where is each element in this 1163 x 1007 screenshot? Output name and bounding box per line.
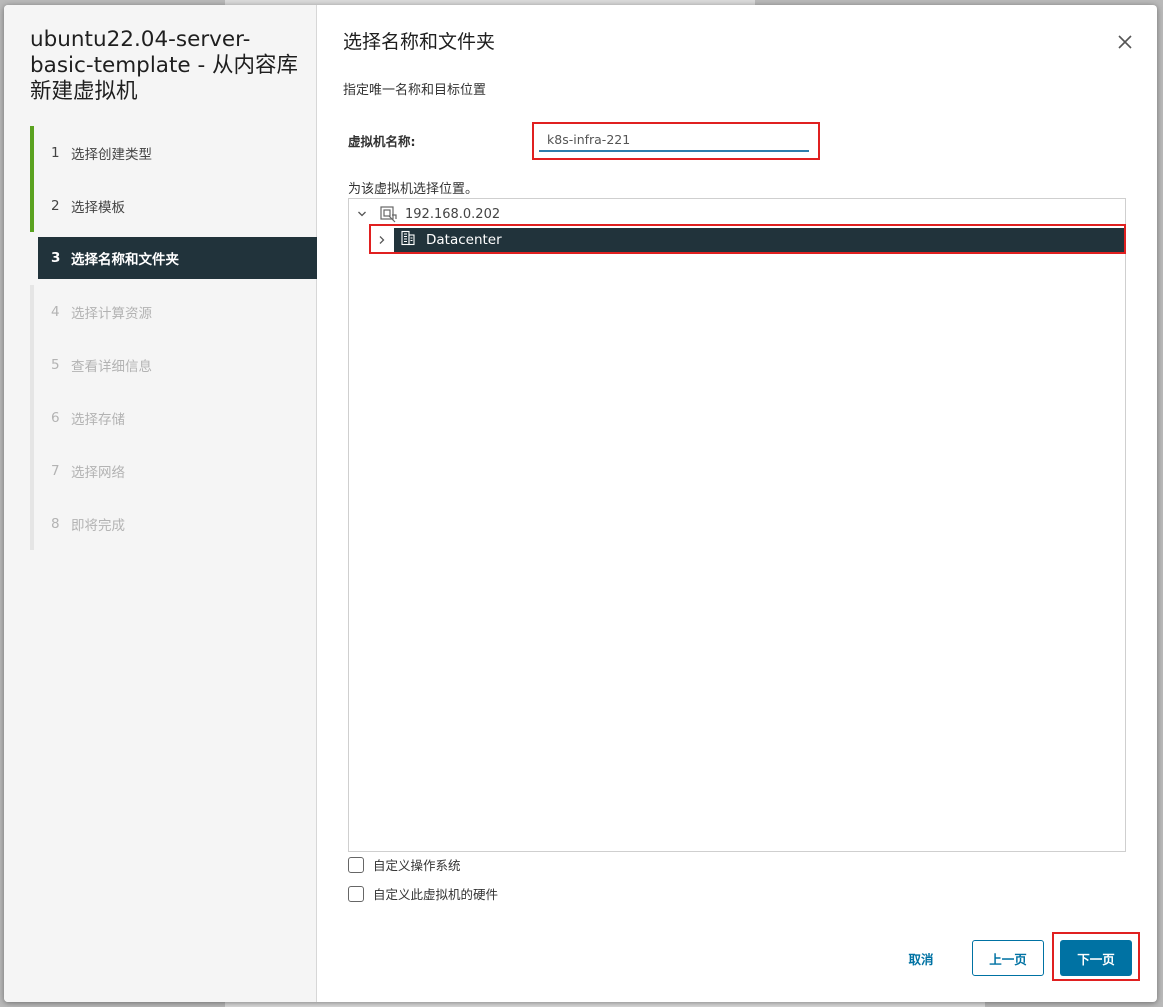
step-label: 选择计算资源 [71, 305, 152, 322]
customize-os-label: 自定义操作系统 [373, 858, 461, 873]
step-2[interactable]: 2 选择模板 [30, 179, 317, 232]
vcenter-icon [379, 205, 397, 223]
wizard-content: 选择名称和文件夹 指定唯一名称和目标位置 虚拟机名称: 为该虚拟机选择位置。 [318, 5, 1157, 1002]
step-label: 即将完成 [71, 517, 125, 534]
chevron-down-icon[interactable] [355, 207, 369, 221]
step-label: 选择模板 [71, 199, 125, 216]
datacenter-icon [400, 230, 416, 250]
wizard-sidebar: ubuntu22.04-server-basic-template - 从内容库… [4, 5, 317, 1002]
location-tree[interactable]: 192.168.0.202 [348, 198, 1126, 852]
wizard-title: ubuntu22.04-server-basic-template - 从内容库… [30, 27, 299, 104]
customize-os-option[interactable]: 自定义操作系统 [348, 855, 461, 874]
tree-node-label: 192.168.0.202 [405, 206, 501, 222]
step-number: 6 [51, 409, 60, 426]
vm-name-label: 虚拟机名称: [348, 134, 416, 149]
step-label: 查看详细信息 [71, 358, 152, 375]
step-4: 4 选择计算资源 [30, 285, 317, 338]
customize-hw-checkbox[interactable] [348, 885, 364, 902]
cancel-button[interactable]: 取消 [892, 940, 950, 976]
location-label: 为该虚拟机选择位置。 [348, 182, 479, 197]
back-button[interactable]: 上一页 [972, 940, 1044, 976]
tree-node-datacenter[interactable]: Datacenter [394, 228, 1124, 252]
step-1[interactable]: 1 选择创建类型 [30, 126, 317, 179]
tree-node-vcenter[interactable]: 192.168.0.202 [355, 202, 500, 226]
step-number: 7 [51, 462, 60, 479]
wizard-steps: 1 选择创建类型 2 选择模板 3 选择名称和文件夹 4 选择计算资源 5 查看… [30, 126, 317, 550]
step-7: 7 选择网络 [30, 444, 317, 497]
step-label: 选择名称和文件夹 [71, 252, 179, 268]
step-label: 选择网络 [71, 464, 125, 481]
step-8: 8 即将完成 [30, 497, 317, 550]
step-number: 4 [51, 303, 60, 320]
chevron-right-icon[interactable] [375, 233, 389, 247]
step-number: 5 [51, 356, 60, 373]
customize-os-checkbox[interactable] [348, 856, 364, 873]
customize-hw-option[interactable]: 自定义此虚拟机的硬件 [348, 884, 498, 903]
step-number: 2 [51, 197, 60, 214]
step-number: 1 [51, 144, 60, 161]
step-label: 选择存储 [71, 411, 125, 428]
page-title: 选择名称和文件夹 [343, 31, 496, 53]
tree-node-label: Datacenter [426, 232, 502, 248]
page-subtitle: 指定唯一名称和目标位置 [343, 83, 487, 98]
step-6: 6 选择存储 [30, 391, 317, 444]
vm-name-input[interactable] [539, 128, 809, 152]
step-number: 8 [51, 515, 60, 532]
step-label: 选择创建类型 [71, 146, 152, 163]
close-icon[interactable] [1115, 32, 1135, 52]
next-button[interactable]: 下一页 [1060, 940, 1132, 976]
customize-hw-label: 自定义此虚拟机的硬件 [373, 887, 499, 902]
step-number: 3 [51, 250, 61, 266]
step-3[interactable]: 3 选择名称和文件夹 [38, 237, 317, 279]
step-5: 5 查看详细信息 [30, 338, 317, 391]
new-vm-wizard-dialog: ubuntu22.04-server-basic-template - 从内容库… [4, 5, 1157, 1002]
